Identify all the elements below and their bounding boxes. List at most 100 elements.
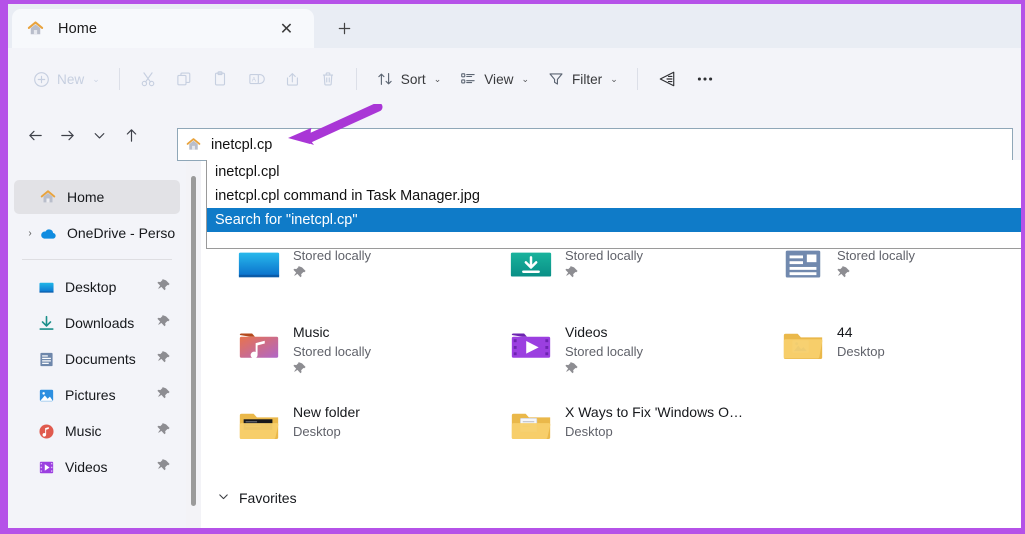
sidebar-item-downloads[interactable]: Downloads [14,306,180,340]
toolbar-separator [636,68,638,90]
sort-button-label: Sort [400,71,426,87]
new-button[interactable]: New ⌄ [24,62,109,96]
list-item-meta: New folder Desktop [293,400,360,439]
copy-button[interactable] [166,62,202,96]
close-icon[interactable]: ✕ [277,19,296,38]
sidebar-item-videos[interactable]: Videos [14,450,180,484]
details-pane-button[interactable] [648,62,686,96]
list-item[interactable]: X Ways to Fix 'Windows O… Desktop [503,392,775,474]
list-item[interactable]: 44 Desktop [775,312,1021,394]
filter-button[interactable]: Filter ⌄ [538,62,627,96]
image-folder-icon [775,320,831,372]
sidebar-item-music[interactable]: Music [14,414,180,448]
music-icon [36,421,56,441]
filter-button-label: Filter [572,71,603,87]
list-item-name: X Ways to Fix 'Windows O… [565,404,743,420]
autocomplete-option[interactable]: inetcpl.cpl [207,160,1021,184]
autocomplete-option[interactable]: inetcpl.cpl command in Task Manager.jpg [207,184,1021,208]
list-item-sub: Stored locally [293,248,372,263]
share-button[interactable] [274,62,310,96]
chevron-down-icon: ⌄ [433,73,442,84]
sidebar-item-pictures[interactable]: Pictures [14,378,180,412]
list-item[interactable]: Music Stored locally [231,312,503,394]
navigation-sidebar: Home › OneDrive - Perso Desktop Download… [8,160,186,528]
pin-icon[interactable] [157,387,171,401]
chevron-down-icon: ⌄ [92,73,100,84]
see-more-button[interactable] [686,62,724,96]
sidebar-scrollbar-thumb[interactable] [191,176,196,506]
sidebar-scrollbar[interactable] [186,160,201,528]
new-tab-button[interactable] [330,15,358,41]
list-item-meta: Music Stored locally [293,320,371,376]
chevron-down-icon[interactable] [217,490,230,506]
paste-button[interactable] [202,62,238,96]
file-explorer-window: Home ✕ New ⌄ A Sort ⌄ View ⌄ Filter ⌄ in… [8,4,1021,528]
sidebar-item-label: OneDrive - Perso [67,225,176,241]
recent-locations-button[interactable] [83,119,115,151]
autocomplete-option-selected[interactable]: Search for "inetcpl.cp" [207,208,1021,232]
sort-button[interactable]: Sort ⌄ [367,62,450,96]
list-item[interactable]: New folder Desktop [231,392,503,474]
delete-button[interactable] [310,62,346,96]
toolbar-separator [355,68,357,90]
favorites-label: Favorites [239,490,297,506]
tab-strip: Home ✕ [8,4,1021,48]
pin-icon[interactable] [157,315,171,329]
cut-button[interactable] [130,62,166,96]
list-item-meta: X Ways to Fix 'Windows O… Desktop [565,400,743,439]
desktop-folder-icon [36,277,56,297]
pin-icon[interactable] [157,423,171,437]
list-item[interactable]: Videos Stored locally [503,312,775,394]
command-bar: New ⌄ A Sort ⌄ View ⌄ Filter ⌄ [8,48,1021,110]
view-button-label: View [484,71,514,87]
pin-icon[interactable] [157,459,171,473]
list-item-sub: Stored locally [565,248,644,263]
doc-folder-icon [503,400,559,452]
tab-title: Home [58,20,98,37]
list-item-name: 44 [837,324,853,340]
pin-icon [293,266,307,280]
view-button[interactable]: View ⌄ [450,62,538,96]
list-item-meta: 44 Desktop [837,320,885,359]
videos-icon [36,457,56,477]
list-item-sub: Desktop [565,424,613,439]
chevron-right-icon[interactable]: › [22,228,38,239]
address-input[interactable]: inetcpl.cp [211,137,272,153]
new-button-label: New [57,71,85,87]
sidebar-item-label: Pictures [65,387,116,403]
rename-button[interactable]: A [238,62,274,96]
sidebar-item-label: Videos [65,459,108,475]
dark-folder-icon [231,400,287,452]
pin-icon [837,266,851,280]
sidebar-item-label: Home [67,189,105,205]
onedrive-cloud-icon [38,223,58,243]
up-button[interactable] [115,119,147,151]
list-item-name: Music [293,324,330,340]
sidebar-item-label: Downloads [65,315,135,331]
toolbar-separator [118,68,120,90]
music-icon [231,320,287,372]
back-button[interactable] [19,119,51,151]
documents-icon [36,349,56,369]
sidebar-item-label: Desktop [65,279,117,295]
favorites-section-header[interactable]: Favorites [217,490,297,506]
sidebar-item-home[interactable]: Home [14,180,180,214]
chevron-down-icon: ⌄ [610,73,618,84]
downloads-icon [36,313,56,333]
tab-home[interactable]: Home ✕ [12,9,314,48]
forward-button[interactable] [51,119,83,151]
sidebar-item-documents[interactable]: Documents [14,342,180,376]
home-icon [185,136,202,153]
sidebar-item-onedrive[interactable]: › OneDrive - Perso [14,216,180,250]
pin-icon [565,362,579,376]
pin-icon[interactable] [157,279,171,293]
list-item-sub: Stored locally [565,344,644,359]
list-item-sub: Stored locally [293,344,372,359]
sidebar-item-desktop[interactable]: Desktop [14,270,180,304]
chevron-down-icon: ⌄ [521,73,529,84]
pin-icon [293,362,307,376]
pin-icon[interactable] [157,351,171,365]
home-icon [38,187,58,207]
list-item-sub: Desktop [293,424,341,439]
address-bar[interactable]: inetcpl.cp [177,128,1013,161]
